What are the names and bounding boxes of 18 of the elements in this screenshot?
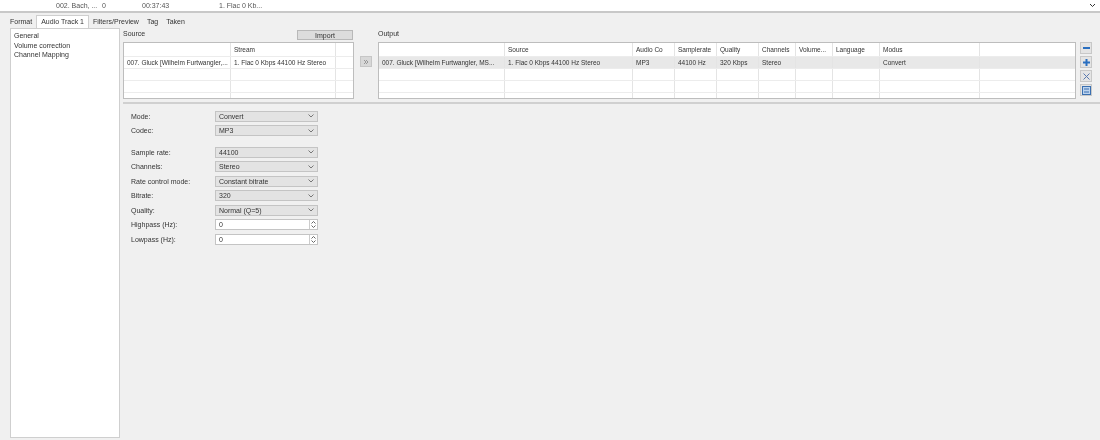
settings-button[interactable] [1080, 84, 1092, 96]
double-chevron-icon [363, 58, 369, 65]
plus-button[interactable] [1080, 56, 1092, 68]
cross-icon [1081, 71, 1091, 81]
minus-button[interactable] [1080, 42, 1092, 54]
scroll-down-icon[interactable] [1089, 1, 1096, 10]
chevron-down-icon [308, 208, 314, 213]
chevron-down-icon [308, 150, 314, 155]
delete-button[interactable] [1080, 70, 1092, 82]
chevron-down-icon [308, 179, 314, 184]
chevron-down-icon [308, 164, 314, 169]
chevron-down-icon [308, 193, 314, 198]
chevron-down-icon [308, 128, 314, 133]
spinner-arrows-icon[interactable] [311, 234, 316, 244]
spinner-arrows-icon[interactable] [311, 220, 316, 230]
list-icon [1081, 85, 1091, 95]
chevron-down-icon [308, 114, 314, 119]
plus-icon [1081, 57, 1091, 67]
